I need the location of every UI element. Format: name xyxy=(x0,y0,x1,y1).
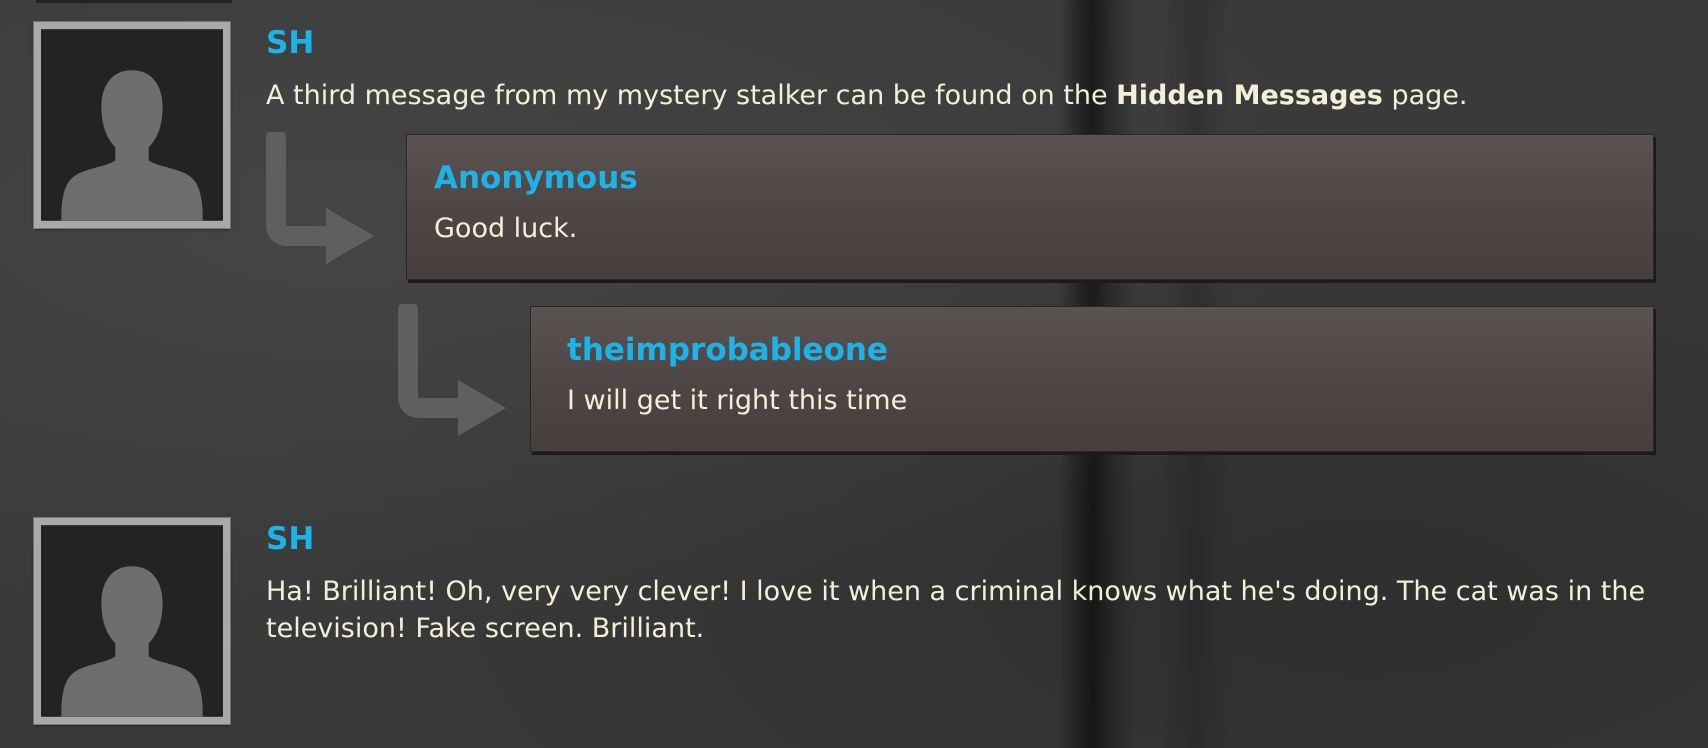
avatar xyxy=(34,518,230,724)
comment-text: Ha! Brilliant! Oh, very very clever! I l… xyxy=(266,576,1646,644)
reply-author[interactable]: Anonymous xyxy=(434,163,638,194)
previous-avatar-edge xyxy=(36,0,232,3)
comment-author[interactable]: SH xyxy=(266,524,314,555)
comment-text: A third message from my mystery stalker … xyxy=(266,77,1656,114)
reply-arrow-icon xyxy=(398,304,506,436)
reply-text: I will get it right this time xyxy=(567,385,908,416)
avatar xyxy=(34,22,230,228)
comment-text-before: A third message from my mystery stalker … xyxy=(266,80,1117,111)
person-silhouette-icon xyxy=(41,29,223,221)
comment-author[interactable]: SH xyxy=(266,28,314,59)
reply-arrow-icon xyxy=(266,132,374,264)
hidden-messages-link[interactable]: Hidden Messages xyxy=(1116,80,1383,111)
reply-text: Good luck. xyxy=(434,213,578,244)
reply-author[interactable]: theimprobableone xyxy=(567,335,888,366)
reply-box: Anonymous Good luck. xyxy=(406,134,1654,280)
comment-text-after: page. xyxy=(1382,80,1468,111)
person-silhouette-icon xyxy=(41,525,223,717)
reply-box: theimprobableone I will get it right thi… xyxy=(530,306,1654,452)
